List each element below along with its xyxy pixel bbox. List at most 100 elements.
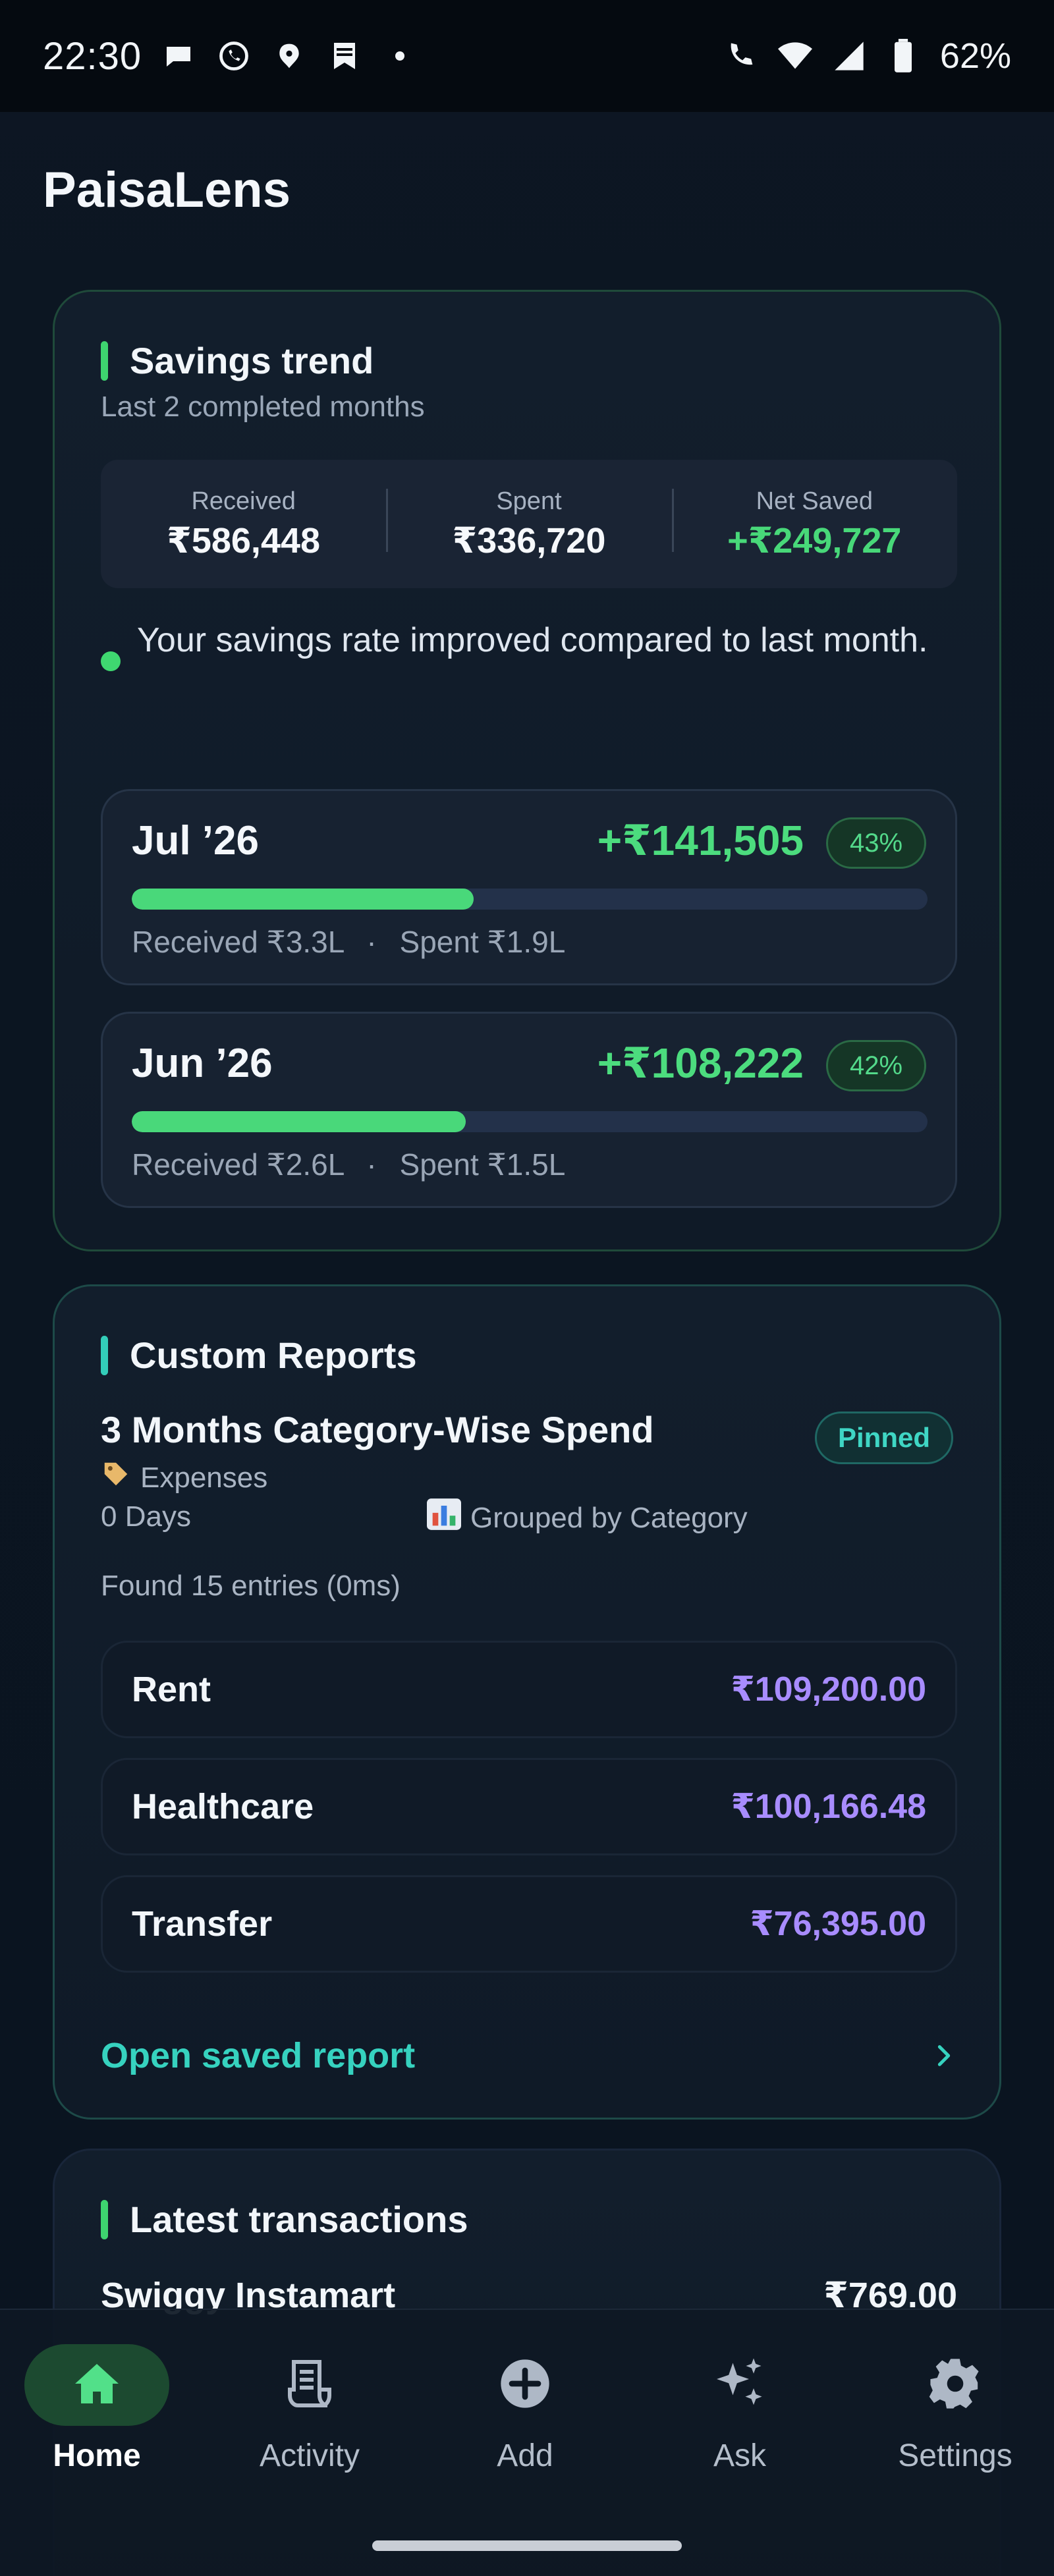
report-entry-healthcare[interactable]: Healthcare ₹100,166.48 — [101, 1758, 957, 1855]
more-dot-icon — [383, 39, 417, 73]
stat-net-saved-value: +₹249,727 — [727, 520, 902, 561]
entry-category: Rent — [132, 1670, 211, 1709]
savings-insight: Your savings rate improved compared to l… — [101, 613, 957, 671]
savings-progress-bar — [132, 1111, 928, 1132]
accent-bar — [101, 1335, 108, 1375]
whatsapp-icon — [217, 39, 251, 73]
stat-spent-value: ₹336,720 — [452, 520, 606, 561]
savings-progress-fill — [132, 889, 474, 910]
receipt-icon — [288, 2359, 331, 2411]
separator-dot: · — [366, 1147, 377, 1182]
nav-home[interactable]: Home — [1, 2344, 192, 2474]
nav-settings[interactable]: Settings — [860, 2344, 1051, 2474]
report-days-label: 0 Days — [101, 1500, 191, 1533]
entry-category: Transfer — [132, 1904, 273, 1944]
stat-spent-label: Spent — [496, 487, 562, 515]
month-received: Received ₹2.6L — [132, 1147, 344, 1182]
accent-bar — [101, 2199, 108, 2239]
custom-reports-title: Custom Reports — [130, 1334, 417, 1376]
month-saved-amount: +₹141,505 — [597, 817, 804, 864]
insight-text: Your savings rate improved compared to l… — [137, 621, 928, 659]
separator-dot: · — [366, 925, 377, 959]
report-name[interactable]: 3 Months Category-Wise Spend — [101, 1408, 654, 1451]
screen: 22:30 62% PaisaLens Savings trend Last 2… — [0, 0, 1054, 2576]
savings-trend-subtitle: Last 2 completed months — [101, 391, 425, 423]
nav-ask-label: Ask — [713, 2438, 766, 2473]
report-entry-transfer[interactable]: Transfer ₹76,395.00 — [101, 1875, 957, 1973]
month-spent: Spent ₹1.5L — [399, 1147, 566, 1182]
open-saved-report-link[interactable]: Open saved report — [101, 2035, 957, 2076]
savings-stats: Received ₹586,448 Spent ₹336,720 Net Sav… — [101, 460, 957, 588]
stat-received-value: ₹586,448 — [167, 520, 321, 561]
nav-activity-pill — [237, 2344, 382, 2426]
stat-received: Received ₹586,448 — [101, 487, 386, 561]
month-saved-amount: +₹108,222 — [597, 1039, 804, 1087]
month-spent: Spent ₹1.9L — [399, 925, 566, 959]
stat-net-saved-label: Net Saved — [756, 487, 874, 515]
status-dot — [101, 651, 121, 671]
chat-bubble-icon — [161, 39, 196, 73]
nav-settings-pill — [883, 2344, 1028, 2426]
custom-reports-card: Custom Reports 3 Months Category-Wise Sp… — [53, 1284, 1001, 2120]
gear-icon — [928, 2357, 982, 2414]
nav-add-label: Add — [497, 2438, 553, 2473]
savings-rate-badge: 42% — [826, 1040, 926, 1091]
report-grouping: Grouped by Category — [427, 1498, 748, 1537]
month-name: Jul ’26 — [132, 818, 259, 863]
accent-bar — [101, 341, 108, 381]
signal-icon — [832, 39, 866, 73]
nav-activity[interactable]: Activity — [214, 2344, 405, 2474]
entry-amount: ₹109,200.00 — [731, 1670, 926, 1709]
gesture-home-indicator[interactable] — [372, 2540, 682, 2551]
savings-trend-header: Savings trend — [101, 339, 374, 382]
nav-add-pill — [453, 2344, 597, 2426]
chevron-right-icon — [931, 2042, 957, 2069]
month-name: Jun ’26 — [132, 1041, 273, 1086]
add-circle-icon — [499, 2357, 551, 2413]
nav-settings-label: Settings — [898, 2438, 1012, 2473]
open-saved-report-label: Open saved report — [101, 2036, 416, 2075]
wifi-icon — [777, 39, 812, 73]
battery-icon — [886, 39, 920, 73]
bottom-navigation: Home Activity Add Ask Settings — [0, 2309, 1054, 2576]
stat-received-label: Received — [191, 487, 296, 515]
nav-add[interactable]: Add — [430, 2344, 621, 2474]
month-card-jul[interactable]: Jul ’26 +₹141,505 43% Received ₹3.3L · S… — [101, 789, 957, 985]
status-time: 22:30 — [43, 34, 142, 78]
nav-activity-label: Activity — [259, 2438, 360, 2473]
report-grouping-label: Grouped by Category — [470, 1501, 748, 1534]
month-detail: Received ₹2.6L · Spent ₹1.5L — [132, 1147, 565, 1182]
stat-spent: Spent ₹336,720 — [386, 487, 671, 561]
nav-ask[interactable]: Ask — [644, 2344, 835, 2474]
battery-percent: 62% — [939, 36, 1011, 76]
savings-progress-fill — [132, 1111, 466, 1132]
wifi-call-icon — [724, 39, 758, 73]
bar-chart-icon — [427, 1498, 461, 1537]
latest-transactions-title: Latest transactions — [130, 2199, 468, 2240]
latest-transactions-header: Latest transactions — [101, 2198, 468, 2241]
savings-rate-badge: 43% — [826, 817, 926, 869]
month-card-jun[interactable]: Jun ’26 +₹108,222 42% Received ₹2.6L · S… — [101, 1012, 957, 1208]
found-entries-text: Found 15 entries (0ms) — [101, 1570, 401, 1602]
status-bar: 22:30 62% — [0, 0, 1054, 112]
nav-home-label: Home — [53, 2438, 141, 2473]
report-days: 0 Days — [101, 1500, 191, 1533]
month-received: Received ₹3.3L — [132, 925, 344, 959]
notification-icon — [272, 39, 306, 73]
month-detail: Received ₹3.3L · Spent ₹1.9L — [132, 924, 565, 960]
entry-amount: ₹100,166.48 — [731, 1788, 926, 1826]
entry-amount: ₹76,395.00 — [750, 1905, 926, 1943]
nav-ask-pill — [667, 2344, 812, 2426]
report-type-label: Expenses — [140, 1461, 268, 1494]
entry-category: Healthcare — [132, 1787, 314, 1826]
stat-net-saved: Net Saved +₹249,727 — [671, 487, 957, 561]
bookmark-icon — [327, 39, 362, 73]
savings-trend-card: Savings trend Last 2 completed months Re… — [53, 290, 1001, 1251]
nav-home-pill — [24, 2344, 169, 2426]
home-icon — [73, 2362, 121, 2409]
custom-reports-header: Custom Reports — [101, 1334, 417, 1377]
report-type: Expenses — [101, 1459, 267, 1496]
savings-trend-title: Savings trend — [130, 340, 374, 381]
report-entry-rent[interactable]: Rent ₹109,200.00 — [101, 1641, 957, 1738]
tag-icon — [101, 1459, 131, 1496]
